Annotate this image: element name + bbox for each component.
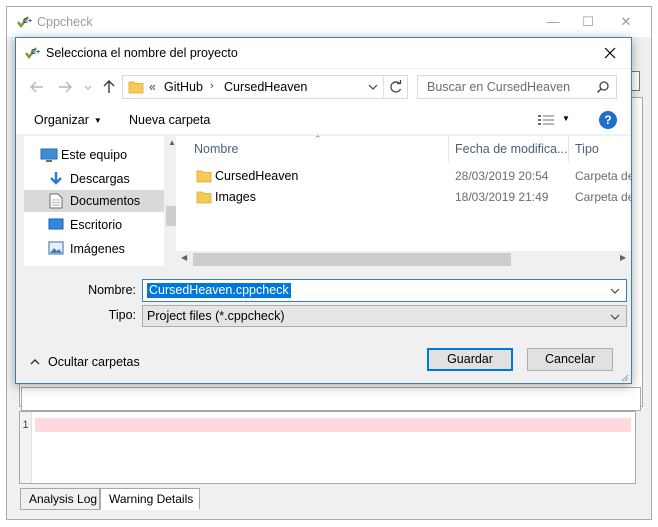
column-divider[interactable] xyxy=(448,136,449,162)
window-close-icon[interactable]: ✕ xyxy=(608,11,644,33)
filename-dropdown-icon[interactable] xyxy=(609,285,621,300)
details-panel xyxy=(21,387,641,411)
file-date: 28/03/2019 20:54 xyxy=(455,169,549,183)
nav-item-label: Escritorio xyxy=(70,218,123,232)
nav-item-imagenes[interactable]: Imágenes xyxy=(24,238,164,260)
hide-folders-label: Ocultar carpetas xyxy=(48,355,140,369)
file-row[interactable]: CursedHeaven 28/03/2019 20:54 Carpeta de… xyxy=(176,166,631,186)
navigation-bar: « GitHub › CursedHeaven Buscar en Cursed… xyxy=(16,69,631,105)
scroll-right-arrow-icon[interactable]: ▶ xyxy=(620,253,626,262)
desktop-icon xyxy=(48,217,64,234)
nav-item-descargas[interactable]: Descargas xyxy=(24,168,164,190)
nav-item-label: Imágenes xyxy=(70,242,125,256)
view-dropdown-icon[interactable]: ▼ xyxy=(562,114,570,123)
filetype-value: Project files (*.cppcheck) xyxy=(147,309,285,323)
svg-text:C++: C++ xyxy=(23,18,32,25)
cancel-button[interactable]: Cancelar xyxy=(527,348,613,371)
new-folder-button[interactable]: Nueva carpeta xyxy=(129,113,210,127)
scroll-up-arrow-icon[interactable]: ▲ xyxy=(168,138,176,147)
view-details-icon[interactable] xyxy=(537,113,555,130)
dialog-title: Selecciona el nombre del proyecto xyxy=(46,46,238,60)
refresh-icon[interactable] xyxy=(383,76,407,98)
minimize-icon[interactable]: — xyxy=(535,11,571,33)
svg-text:C++: C++ xyxy=(31,49,40,56)
filename-input[interactable]: CursedHeaven.cppcheck xyxy=(142,279,627,302)
code-viewer: 1 xyxy=(19,411,636,484)
search-icon[interactable] xyxy=(596,80,610,97)
file-name: Images xyxy=(215,190,256,204)
nav-item-escritorio[interactable]: Escritorio xyxy=(24,214,164,236)
organize-caret-icon: ▼ xyxy=(93,116,102,125)
breadcrumb-item-cursedheaven[interactable]: CursedHeaven xyxy=(224,80,307,94)
cppcheck-title: Cppcheck xyxy=(37,15,93,29)
nav-item-este-equipo[interactable]: Este equipo xyxy=(24,144,164,166)
tab-analysis-log[interactable]: Analysis Log xyxy=(20,488,100,510)
scroll-left-arrow-icon[interactable]: ◀ xyxy=(181,253,187,262)
folder-icon xyxy=(196,169,212,186)
dialog-app-icon: C++ xyxy=(24,45,44,64)
nav-item-label: Este equipo xyxy=(61,148,128,162)
breadcrumb-overflow[interactable]: « xyxy=(149,80,156,94)
column-divider[interactable] xyxy=(568,136,569,162)
forward-arrow-icon[interactable] xyxy=(56,79,74,95)
hide-folders-toggle[interactable]: Ocultar carpetas xyxy=(30,355,140,369)
file-list-scroll-thumb[interactable] xyxy=(193,253,511,266)
column-header-date[interactable]: Fecha de modifica... xyxy=(455,142,568,156)
command-toolbar: Organizar ▼ Nueva carpeta ▼ ? xyxy=(16,105,631,135)
column-header-name[interactable]: Nombre xyxy=(194,142,238,156)
organize-button[interactable]: Organizar ▼ xyxy=(34,113,102,127)
cppcheck-app-icon: C++ xyxy=(16,14,36,33)
recent-locations-chevron-icon[interactable] xyxy=(82,79,94,95)
nav-item-label: Documentos xyxy=(70,194,141,208)
pictures-icon xyxy=(48,241,64,258)
dialog-titlebar: C++ Selecciona el nombre del proyecto xyxy=(16,38,631,68)
file-list-horizontal-scrollbar[interactable]: ◀ ▶ xyxy=(176,251,631,268)
up-arrow-icon[interactable] xyxy=(100,79,118,95)
address-bar[interactable]: « GitHub › CursedHeaven xyxy=(122,75,408,99)
breadcrumb-chevron-icon[interactable]: › xyxy=(210,80,214,92)
nav-item-label: Descargas xyxy=(70,172,130,186)
line-number: 1 xyxy=(20,412,32,483)
file-list: ⌃ Nombre Fecha de modifica... Tipo Curse… xyxy=(176,134,631,266)
file-type: Carpeta de archivos xyxy=(575,169,631,183)
back-arrow-icon[interactable] xyxy=(28,79,46,95)
navigation-pane: Este equipo Descargas Documentos Escrito… xyxy=(24,136,181,266)
file-date: 18/03/2019 21:49 xyxy=(455,190,549,204)
filetype-label: Tipo: xyxy=(108,308,136,322)
file-name: CursedHeaven xyxy=(215,169,299,183)
chevron-up-icon xyxy=(30,355,40,369)
search-placeholder: Buscar en CursedHeaven xyxy=(427,80,571,94)
computer-icon xyxy=(40,147,58,166)
file-row[interactable]: Images 18/03/2019 21:49 Carpeta de archi… xyxy=(176,187,631,207)
nav-item-documentos[interactable]: Documentos xyxy=(24,190,164,212)
document-icon xyxy=(49,193,63,212)
dialog-close-icon[interactable] xyxy=(595,42,625,64)
maximize-icon[interactable]: ☐ xyxy=(570,11,606,33)
cppcheck-titlebar: C++ Cppcheck — ☐ ✕ xyxy=(7,7,651,37)
resize-grip-icon[interactable] xyxy=(619,371,629,382)
save-project-dialog: C++ Selecciona el nombre del proyecto xyxy=(15,37,632,384)
sort-ascending-icon: ⌃ xyxy=(314,134,322,144)
save-button[interactable]: Guardar xyxy=(427,348,513,371)
folder-icon xyxy=(196,190,212,207)
search-field[interactable]: Buscar en CursedHeaven xyxy=(417,75,617,99)
filename-label: Nombre: xyxy=(88,283,136,297)
tab-warning-details[interactable]: Warning Details xyxy=(100,488,200,510)
filetype-select[interactable]: Project files (*.cppcheck) xyxy=(142,305,627,327)
filename-value: CursedHeaven.cppcheck xyxy=(147,283,291,298)
folder-icon xyxy=(128,80,144,97)
file-type: Carpeta de archivos xyxy=(575,190,631,204)
breadcrumb-item-github[interactable]: GitHub xyxy=(164,80,203,94)
filetype-dropdown-icon[interactable] xyxy=(609,311,621,326)
address-dropdown-icon[interactable] xyxy=(366,80,380,94)
help-icon[interactable]: ? xyxy=(599,111,617,129)
organize-label: Organizar xyxy=(34,113,89,127)
highlighted-code-line xyxy=(35,418,631,432)
download-icon xyxy=(48,171,64,190)
column-header-type[interactable]: Tipo xyxy=(575,142,599,156)
